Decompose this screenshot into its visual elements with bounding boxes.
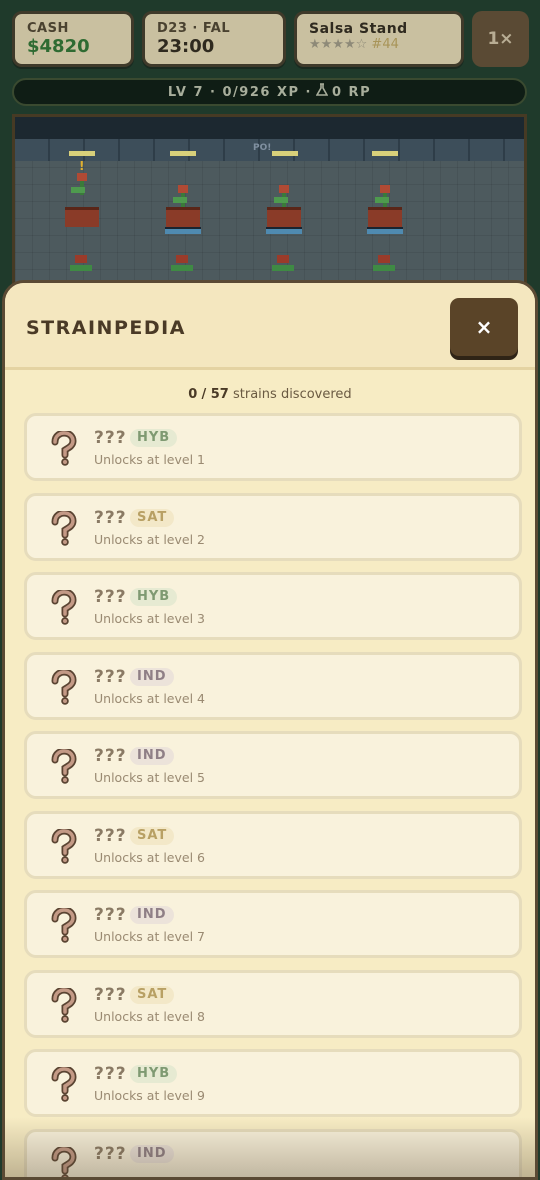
unlock-text: Unlocks at level 9 [94, 1088, 205, 1103]
cash-label: CASH [27, 22, 119, 36]
strain-name: ??? [94, 746, 127, 766]
cash-display: CASH $4820 [12, 11, 134, 67]
strain-type-badge: IND [130, 747, 174, 765]
day-label: D23 · FAL [157, 22, 271, 36]
strain-name: ??? [94, 1064, 127, 1084]
speed-button[interactable]: 1× [472, 11, 529, 67]
star-rating-icon: ★★★★☆ [309, 37, 367, 52]
unlock-text: Unlocks at level 7 [94, 929, 205, 944]
strain-type-badge: HYB [130, 588, 177, 606]
unlock-text: Unlocks at level 5 [94, 770, 205, 785]
strain-type-badge: IND [130, 1145, 174, 1163]
strain-name: ??? [94, 587, 127, 607]
xp-bar: LV 7 · 0/926 XP · 0 RP [12, 78, 527, 106]
alert-icon: ! [79, 159, 84, 173]
strain-type-badge: HYB [130, 429, 177, 447]
unlock-text: Unlocks at level 3 [94, 611, 205, 626]
strainpedia-modal: STRAINPEDIA × 0 / 57 strains discovered … [2, 280, 538, 1180]
grow-lamp [272, 151, 298, 156]
discovery-counter: 0 / 57 strains discovered [5, 387, 535, 402]
time-value: 23:00 [157, 36, 271, 58]
question-mark-icon [48, 590, 78, 626]
unlock-text: Unlocks at level 8 [94, 1009, 205, 1024]
question-mark-icon [48, 908, 78, 944]
discovered-count: 0 [188, 387, 197, 402]
strain-card[interactable]: ??? SAT Unlocks at level 8 [24, 970, 522, 1038]
question-mark-icon [48, 511, 78, 547]
modal-header: STRAINPEDIA × [5, 283, 535, 370]
discovered-total: 57 [211, 387, 229, 402]
stand-name: Salsa Stand [309, 22, 449, 36]
grow-lamp [372, 151, 398, 156]
stand-card[interactable]: Salsa Stand ★★★★☆ #44 [294, 11, 464, 67]
close-button[interactable]: × [450, 298, 518, 356]
strain-type-badge: SAT [130, 827, 174, 845]
question-mark-icon [48, 749, 78, 785]
unlock-text: Unlocks at level 1 [94, 452, 205, 467]
strain-card[interactable]: ??? IND Unlocks at level 5 [24, 731, 522, 799]
question-mark-icon [48, 829, 78, 865]
ceiling [15, 117, 524, 139]
question-mark-icon [48, 1067, 78, 1103]
strain-type-badge: IND [130, 668, 174, 686]
strain-card[interactable]: ??? IND [24, 1129, 522, 1180]
strain-card[interactable]: ??? IND Unlocks at level 7 [24, 890, 522, 958]
strain-name: ??? [94, 508, 127, 528]
modal-title: STRAINPEDIA [26, 317, 186, 339]
strain-name: ??? [94, 985, 127, 1005]
rp-text: 0 RP [332, 85, 371, 100]
strain-card[interactable]: ??? IND Unlocks at level 4 [24, 652, 522, 720]
grow-lamp [170, 151, 196, 156]
strain-type-badge: IND [130, 906, 174, 924]
strain-list[interactable]: ??? HYB Unlocks at level 1 ??? SAT Unloc… [24, 413, 522, 1180]
unlock-text: Unlocks at level 4 [94, 691, 205, 706]
strain-name: ??? [94, 667, 127, 687]
discovered-suffix: strains discovered [233, 387, 352, 402]
strain-type-badge: HYB [130, 1065, 177, 1083]
question-mark-icon [48, 1147, 78, 1180]
strain-card[interactable]: ??? HYB Unlocks at level 1 [24, 413, 522, 481]
xp-text: LV 7 · 0/926 XP · [168, 85, 312, 100]
cash-value: $4820 [27, 36, 119, 58]
strain-type-badge: SAT [130, 986, 174, 1004]
question-mark-icon [48, 988, 78, 1024]
strain-type-badge: SAT [130, 509, 174, 527]
strain-name: ??? [94, 826, 127, 846]
strain-name: ??? [94, 1144, 127, 1164]
strain-card[interactable]: ??? SAT Unlocks at level 2 [24, 493, 522, 561]
question-mark-icon [48, 670, 78, 706]
question-mark-icon [48, 431, 78, 467]
strain-card[interactable]: ??? HYB Unlocks at level 3 [24, 572, 522, 640]
grow-lamp [69, 151, 95, 156]
close-icon: × [476, 315, 493, 339]
strain-name: ??? [94, 905, 127, 925]
strain-card[interactable]: ??? SAT Unlocks at level 6 [24, 811, 522, 879]
wall-sign: PO! [253, 143, 271, 153]
strain-card[interactable]: ??? HYB Unlocks at level 9 [24, 1049, 522, 1117]
day-time-display: D23 · FAL 23:00 [142, 11, 286, 67]
stand-rank: #44 [371, 37, 398, 52]
flask-icon [316, 83, 328, 101]
stand-rating: ★★★★☆ #44 [309, 36, 449, 54]
unlock-text: Unlocks at level 2 [94, 532, 205, 547]
unlock-text: Unlocks at level 6 [94, 850, 205, 865]
strain-name: ??? [94, 428, 127, 448]
